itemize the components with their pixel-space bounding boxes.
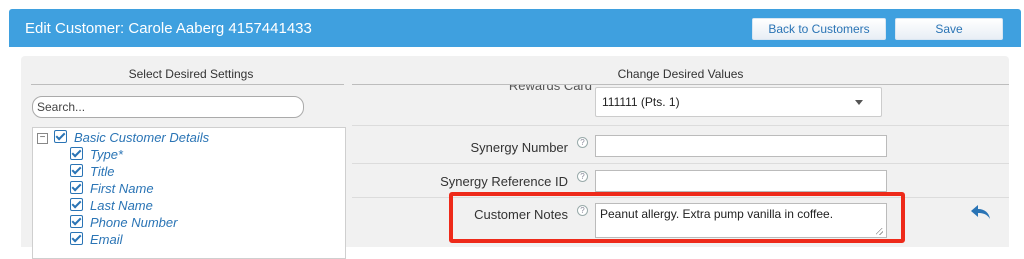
synergy-reference-id-label: Synergy Reference ID	[440, 174, 568, 189]
settings-tree: − Basic Customer Details Type* Title Fir…	[32, 127, 346, 259]
tree-item-label: Email	[90, 232, 123, 247]
synergy-number-label: Synergy Number	[470, 140, 568, 155]
left-column-heading: Select Desired Settings	[128, 67, 254, 81]
tree-item-phone-number[interactable]: Phone Number	[70, 214, 177, 231]
tree-item-first-name[interactable]: First Name	[70, 180, 154, 197]
save-button[interactable]: Save	[895, 18, 1003, 40]
undo-arrow-icon[interactable]	[970, 203, 992, 221]
tree-group-label: Basic Customer Details	[74, 130, 210, 145]
page-title: Edit Customer: Carole Aaberg 4157441433	[25, 20, 312, 37]
help-icon[interactable]: ?	[577, 137, 588, 148]
page-header: Edit Customer: Carole Aaberg 4157441433 …	[9, 9, 1021, 47]
checkbox-icon[interactable]	[70, 181, 83, 194]
tree-item-label: Phone Number	[90, 215, 178, 230]
checkbox-icon[interactable]	[54, 130, 67, 143]
checkbox-icon[interactable]	[70, 198, 83, 211]
highlight-box	[449, 192, 905, 243]
checkbox-icon[interactable]	[70, 215, 83, 228]
tree-item-title[interactable]: Title	[70, 163, 114, 180]
back-to-customers-button[interactable]: Back to Customers	[752, 18, 886, 40]
rewards-card-select[interactable]: 111111 (Pts. 1)	[595, 87, 882, 117]
row-divider	[352, 125, 1009, 126]
tree-item-label: Type*	[90, 147, 123, 162]
settings-search-input[interactable]	[32, 96, 304, 118]
checkbox-icon[interactable]	[70, 164, 83, 177]
synergy-reference-id-input[interactable]	[595, 170, 887, 192]
tree-item-last-name[interactable]: Last Name	[70, 197, 153, 214]
tree-item-label: Title	[90, 164, 115, 179]
tree-item-label: First Name	[90, 181, 154, 196]
synergy-number-input[interactable]	[595, 135, 887, 157]
tree-item-type[interactable]: Type*	[70, 146, 123, 163]
checkbox-icon[interactable]	[70, 232, 83, 245]
chevron-down-icon	[855, 100, 863, 105]
tree-item-label: Last Name	[90, 198, 153, 213]
row-divider	[352, 163, 1009, 164]
help-icon[interactable]: ?	[577, 171, 588, 182]
tree-item-email[interactable]: Email	[70, 231, 123, 248]
tree-group-basic-customer-details[interactable]: Basic Customer Details	[54, 129, 209, 146]
checkbox-icon[interactable]	[70, 147, 83, 160]
left-heading-divider	[31, 84, 344, 85]
rewards-card-value: 111111 (Pts. 1)	[602, 95, 680, 109]
collapse-toggle-icon[interactable]: −	[37, 133, 48, 144]
rewards-card-label-partial: Rewards Card	[508, 85, 592, 93]
